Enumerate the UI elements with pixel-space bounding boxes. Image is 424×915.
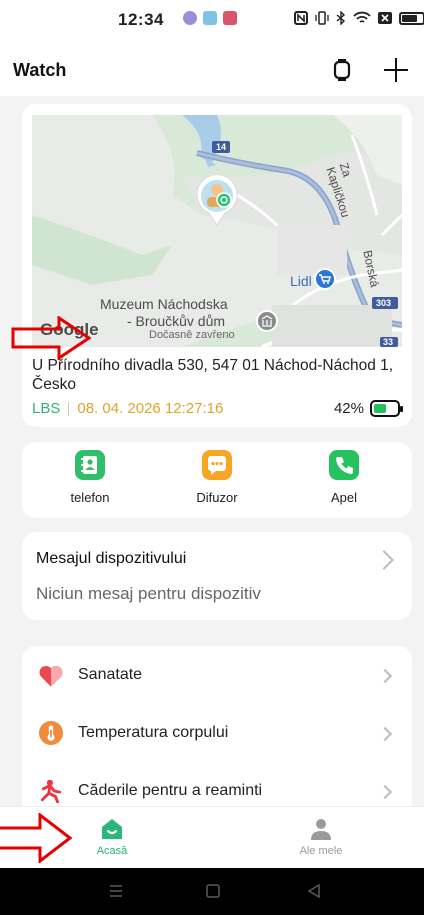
poi-museum-label-2: - Broučkův dům <box>127 313 226 329</box>
quick-actions-card: telefon Difuzor Apel <box>22 442 412 518</box>
device-message-card[interactable]: Mesajul dispozitivului Niciun mesaj pent… <box>22 532 412 620</box>
location-meta: LBS 08. 04. 2026 12:27:16 <box>32 400 223 417</box>
chevron-right-icon <box>377 668 393 684</box>
action-difuzor[interactable]: Difuzor <box>167 450 267 505</box>
heart-icon <box>39 665 63 687</box>
vibrate-icon <box>315 11 329 25</box>
nfc-icon <box>294 11 308 25</box>
action-telefon-label: telefon <box>70 490 110 505</box>
fall-icon <box>40 779 62 803</box>
wifi-icon <box>353 11 371 23</box>
phone-icon <box>329 450 359 480</box>
annotation-arrow-icon <box>0 813 72 863</box>
chat-bubble-icon <box>202 450 232 480</box>
action-apel[interactable]: Apel <box>294 450 394 505</box>
watch-icon[interactable] <box>333 58 351 82</box>
status-system-icons <box>294 11 424 25</box>
museum-marker-icon <box>256 310 278 332</box>
road-number-14: 14 <box>216 142 226 152</box>
menu-icon[interactable] <box>109 884 123 898</box>
contacts-icon <box>75 450 105 480</box>
app-notification-icon <box>203 11 217 25</box>
feature-label-sanatate: Sanatate <box>78 666 143 683</box>
plus-icon[interactable] <box>382 56 410 84</box>
app-notification-icon <box>183 11 197 25</box>
feature-label-temperatura: Temperatura corpului <box>78 724 229 741</box>
device-location-marker[interactable] <box>195 174 239 227</box>
location-source: LBS <box>32 400 61 417</box>
road-number-33: 33 <box>383 337 393 347</box>
feature-label-caderile: Căderile pentru a reaminti <box>78 782 263 799</box>
app-notification-icon <box>223 11 237 25</box>
battery-level-icon <box>370 400 403 417</box>
chevron-right-icon <box>377 726 393 742</box>
app-header: Watch <box>0 44 424 96</box>
tab-ale-mele[interactable]: Ale mele <box>281 813 361 857</box>
action-telefon[interactable]: telefon <box>40 450 140 505</box>
map-view[interactable]: 14 303 33 Za Kapličkou Borská Lidl Muzeu… <box>32 115 402 347</box>
lidl-cart-icon <box>314 268 336 290</box>
bluetooth-icon <box>336 11 346 25</box>
feature-item-temperatura[interactable]: Temperatura corpului <box>22 704 412 762</box>
action-difuzor-label: Difuzor <box>196 490 238 505</box>
poi-museum-label: Muzeum Náchodska <box>100 296 228 312</box>
chevron-right-icon <box>374 550 394 570</box>
page-title: Watch <box>13 60 67 80</box>
tab-acasa-label: Acasă <box>96 845 128 857</box>
annotation-arrow-icon <box>11 316 91 360</box>
location-card: 14 303 33 Za Kapličkou Borská Lidl Muzeu… <box>22 104 412 427</box>
system-nav-bar <box>0 868 424 915</box>
road-number-303: 303 <box>376 298 391 308</box>
home-icon <box>102 819 122 839</box>
person-icon <box>311 819 331 840</box>
status-bar: 12:34 <box>0 0 424 44</box>
back-icon[interactable] <box>307 884 321 898</box>
status-app-icons <box>183 11 237 25</box>
battery-icon <box>399 11 424 25</box>
location-address: U Přírodního divadla 530, 547 01 Náchod-… <box>32 357 394 393</box>
feature-item-sanatate[interactable]: Sanatate <box>22 646 412 704</box>
poi-museum-status: Dočasně zavřeno <box>149 329 235 341</box>
location-timestamp: 08. 04. 2026 12:27:16 <box>77 400 224 417</box>
device-message-subtitle: Niciun mesaj pentru dispozitiv <box>36 584 261 603</box>
home-square-icon[interactable] <box>206 884 220 898</box>
thermometer-icon <box>39 721 63 745</box>
chevron-right-icon <box>377 784 393 800</box>
features-list: Sanatate Temperatura corpului Căderile p… <box>22 646 412 816</box>
action-apel-label: Apel <box>330 490 358 505</box>
poi-lidl-label: Lidl <box>290 273 312 289</box>
device-message-title: Mesajul dispozitivului <box>36 550 187 567</box>
battery-percentage: 42% <box>333 400 364 417</box>
separator <box>68 401 70 416</box>
close-box-icon <box>378 12 392 24</box>
status-time: 12:34 <box>118 10 164 29</box>
tab-acasa[interactable]: Acasă <box>72 813 152 857</box>
tab-ale-mele-label: Ale mele <box>299 845 343 857</box>
device-battery: 42% <box>333 400 403 417</box>
